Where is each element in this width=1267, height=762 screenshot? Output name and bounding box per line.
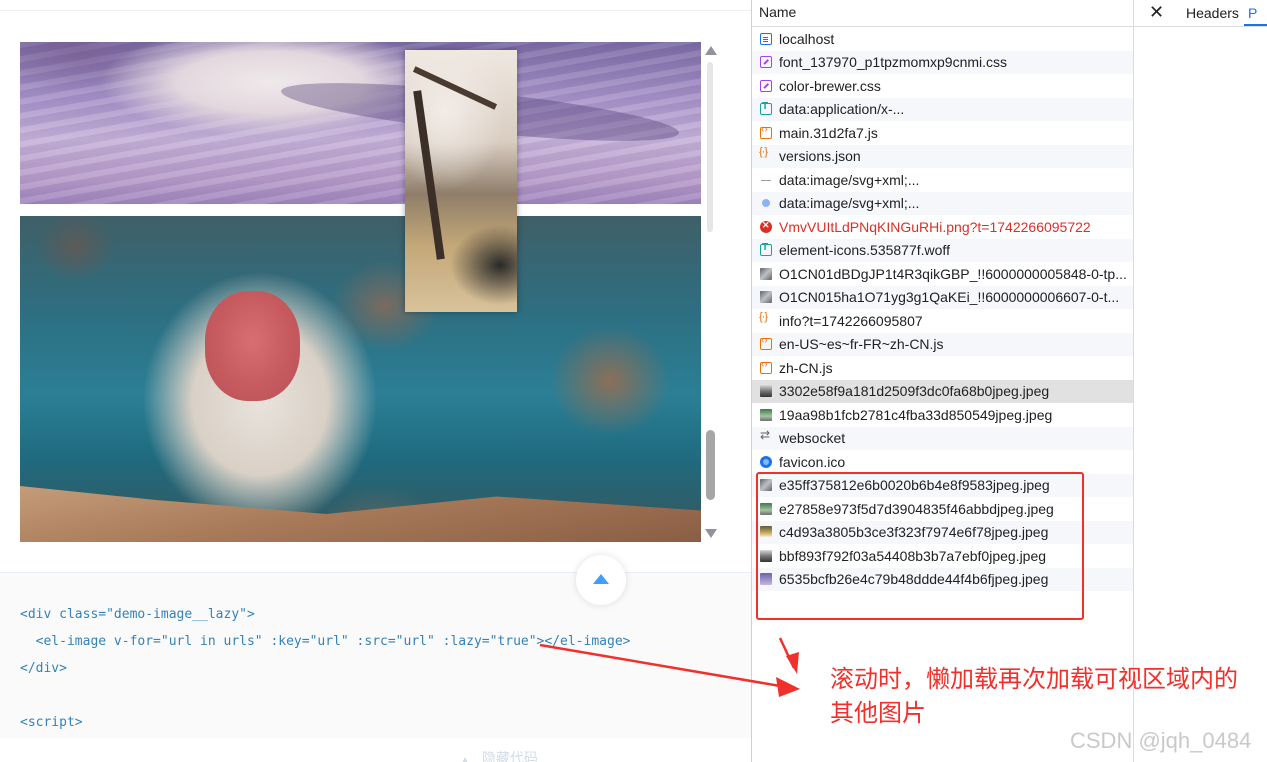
code-line: <script>	[20, 715, 83, 730]
watermark: CSDN @jqh_0484	[1070, 728, 1252, 753]
svg-line-icon	[760, 174, 772, 186]
hide-code-label: 隐藏代码	[481, 750, 538, 762]
error-icon	[760, 220, 772, 233]
image-preview	[405, 50, 517, 312]
divider	[0, 10, 751, 11]
request-name: element-icons.535877f.woff	[779, 242, 950, 259]
annotation-callout: 滚动时，懒加载再次加载可视区域内的其他图片	[830, 665, 1238, 727]
lazy-image-snow-monkeys	[20, 216, 701, 542]
highlight-box	[756, 472, 1084, 620]
request-row[interactable]: O1CN01dBDgJP1t4R3qikGBP_!!6000000005848-…	[752, 262, 1133, 286]
tab-preview[interactable]: P	[1248, 5, 1257, 21]
scrollbar-thumb[interactable]	[706, 430, 715, 500]
request-name-column: Name localhost font_137970_p1tpzmomxp9cnm…	[752, 0, 1134, 762]
close-icon[interactable]: ✕	[1149, 2, 1164, 23]
font-icon	[760, 242, 772, 257]
request-name: color-brewer.css	[779, 77, 881, 94]
request-row[interactable]: font_137970_p1tpzmomxp9cnmi.css	[752, 50, 1133, 74]
stylesheet-icon	[760, 56, 772, 69]
json-icon	[759, 311, 772, 327]
favicon-icon	[760, 455, 772, 468]
script-icon	[760, 124, 772, 139]
script-icon	[760, 359, 772, 374]
image-icon	[760, 267, 772, 280]
name-header-label: Name	[759, 4, 797, 20]
back-to-top-button[interactable]	[576, 555, 626, 605]
caret-up-icon: ▲	[460, 755, 470, 762]
devtools-network-panel: Name localhost font_137970_p1tpzmomxp9cnm…	[751, 0, 1267, 762]
stylesheet-icon	[760, 79, 772, 92]
request-row[interactable]: VmvVUItLdPNqKINGuRHi.png?t=1742266095722	[752, 215, 1133, 239]
request-name: localhost	[779, 30, 835, 47]
request-name: 19aa98b1fcb2781c4fba33d850549jpeg.jpeg	[779, 406, 1053, 423]
request-name: 3302e58f9a181d2509f3dc0fa68b0jpeg.jpeg	[779, 383, 1050, 400]
request-name: versions.json	[779, 148, 861, 165]
arrow-up-icon	[593, 574, 609, 584]
request-row[interactable]: color-brewer.css	[752, 74, 1133, 98]
scroll-down-arrow-icon[interactable]	[705, 529, 717, 538]
image-icon	[760, 291, 772, 304]
websocket-icon	[760, 428, 772, 444]
image-container-scrollbar[interactable]	[703, 42, 719, 542]
request-name: O1CN015ha1O71yg3g1QaKEi_!!6000000006607-…	[779, 289, 1120, 306]
code-line: </div>	[20, 661, 67, 676]
request-row[interactable]: data:image/svg+xml;...	[752, 168, 1133, 192]
font-icon	[760, 101, 772, 116]
request-row[interactable]: element-icons.535877f.woff	[752, 238, 1133, 262]
request-name: data:application/x-...	[779, 101, 905, 118]
code-block: <div class="demo-image__lazy"> <el-image…	[0, 572, 751, 738]
script-icon	[760, 335, 772, 351]
active-tab-indicator	[1244, 24, 1267, 26]
code-line: <el-image v-for="url in urls" :key="url"…	[20, 634, 631, 649]
request-name: O1CN01dBDgJP1t4R3qikGBP_!!6000000005848-…	[779, 265, 1127, 282]
request-row[interactable]: 3302e58f9a181d2509f3dc0fa68b0jpeg.jpeg	[752, 379, 1133, 403]
request-name: VmvVUItLdPNqKINGuRHi.png?t=1742266095722	[779, 218, 1091, 235]
request-row[interactable]: versions.json	[752, 144, 1133, 168]
code-text: <div class="demo-image__lazy"> <el-image…	[20, 601, 630, 736]
request-row[interactable]: 19aa98b1fcb2781c4fba33d850549jpeg.jpeg	[752, 403, 1133, 427]
lazy-image-snow-animal	[20, 42, 701, 204]
request-name: favicon.ico	[779, 453, 846, 470]
image-thumb-icon	[760, 408, 772, 421]
request-row[interactable]: localhost	[752, 27, 1133, 51]
request-row[interactable]: main.31d2fa7.js	[752, 121, 1133, 145]
request-name: zh-CN.js	[779, 359, 833, 376]
document-icon	[760, 32, 772, 45]
scroll-up-arrow-icon[interactable]	[705, 46, 717, 55]
request-name: font_137970_p1tpzmomxp9cnmi.css	[779, 54, 1008, 71]
request-row[interactable]: data:image/svg+xml;...	[752, 191, 1133, 215]
detail-tabs: ✕ Headers P	[1134, 0, 1267, 27]
request-row[interactable]: O1CN015ha1O71yg3g1QaKEi_!!6000000006607-…	[752, 285, 1133, 309]
request-row[interactable]: favicon.ico	[752, 450, 1133, 474]
request-name: en-US~es~fr-FR~zh-CN.js	[779, 336, 944, 353]
request-row[interactable]: websocket	[752, 426, 1133, 450]
image-thumb-icon	[760, 385, 772, 398]
request-name: data:image/svg+xml;...	[779, 171, 920, 188]
code-line: <div class="demo-image__lazy">	[20, 607, 255, 622]
svg-blue-icon	[760, 197, 772, 209]
request-name: main.31d2fa7.js	[779, 124, 878, 141]
hide-code-toggle[interactable]: ▲ 隐藏代码	[460, 748, 538, 762]
name-column-header[interactable]: Name	[752, 0, 1133, 27]
request-row[interactable]: info?t=1742266095807	[752, 309, 1133, 333]
demo-panel: <div class="demo-image__lazy"> <el-image…	[0, 0, 751, 762]
request-name: websocket	[779, 430, 846, 447]
json-icon	[759, 146, 772, 162]
request-name: info?t=1742266095807	[779, 312, 923, 329]
request-row[interactable]: en-US~es~fr-FR~zh-CN.js	[752, 332, 1133, 356]
request-name: data:image/svg+xml;...	[779, 195, 920, 212]
request-row[interactable]: data:application/x-...	[752, 97, 1133, 121]
tab-headers[interactable]: Headers	[1186, 5, 1239, 21]
request-row[interactable]: zh-CN.js	[752, 356, 1133, 380]
